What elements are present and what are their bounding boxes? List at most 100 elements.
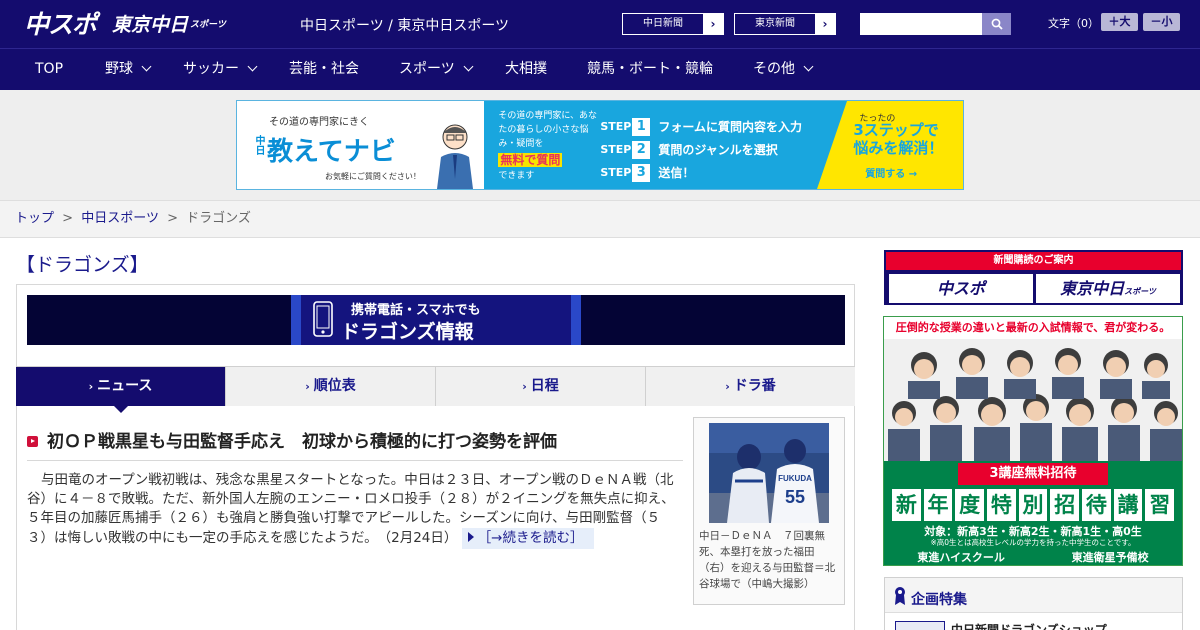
- ad-step: STEP 2 質問のジャンルを選択: [600, 138, 802, 161]
- nav-item-baseball[interactable]: 野球: [105, 49, 152, 91]
- nav-item-entertainment[interactable]: 芸能・社会: [289, 49, 359, 91]
- ad-mid-text: その道の専門家に、あなたの暮らしの小さな悩み・疑問を 無料で質問 できます: [498, 109, 598, 183]
- tab-schedule[interactable]: › 日程: [436, 367, 646, 406]
- ribbon-icon: [895, 587, 905, 605]
- ad-left-tagline: その道の専門家にきく: [269, 117, 369, 128]
- chevron-right-icon: ›: [815, 14, 835, 34]
- tokyo-shimbun-link[interactable]: 東京新聞 ›: [734, 13, 836, 35]
- subscription-box[interactable]: 新聞購読のご案内 中スポ 東京中日スポーツ: [884, 250, 1183, 305]
- toshin-title-char: 新: [892, 489, 921, 521]
- toshin-title-char: 年: [923, 489, 953, 521]
- ad-chunichi-mark: 中日: [253, 135, 264, 155]
- breadcrumb-separator: >: [62, 211, 74, 226]
- chevron-right-icon: ›: [725, 380, 730, 393]
- ad-right-panel: たったの 3ステップで 悩みを解消！ 質問する →: [817, 101, 963, 189]
- chunichi-shimbun-label: 中日新聞: [643, 18, 683, 29]
- toshin-main-title: 新 年 度 特 別 招 待 講 習: [892, 489, 1175, 521]
- read-more-link[interactable]: ［→続きを読む］: [461, 528, 594, 549]
- step-label: STEP: [600, 143, 632, 156]
- chevron-right-icon: ›: [305, 380, 310, 393]
- search-input[interactable]: [860, 13, 982, 35]
- jersey-number: 55: [785, 487, 805, 507]
- ad-mid-description: その道の専門家に、あなたの暮らしの小さな悩み・疑問を: [498, 111, 598, 149]
- step-number: 1: [632, 117, 651, 136]
- ad-steps: STEP 1 フォームに質問内容を入力 STEP 2 質問のジャンルを選択 STEP 3 送…: [600, 115, 802, 184]
- ad-mid-panel: その道の専門家に、あなたの暮らしの小さな悩み・疑問を 無料で質問 できます ST…: [484, 101, 848, 189]
- font-smaller-button[interactable]: －小: [1143, 13, 1180, 31]
- font-bigger-button[interactable]: ＋大: [1101, 13, 1138, 31]
- ad-mid-end: できます: [498, 171, 535, 181]
- step-text: 質問のジャンルを選択: [658, 143, 778, 157]
- step-text: フォームに質問内容を入力: [658, 120, 802, 134]
- nav-item-racing[interactable]: 競馬・ボート・競輪: [587, 49, 713, 91]
- chevron-down-icon: [463, 61, 474, 72]
- nav-item-label: 競馬・ボート・競輪: [587, 61, 713, 77]
- ad-right-line1: 3ステップで: [853, 121, 939, 139]
- chevron-down-icon: [803, 61, 814, 72]
- tab-news[interactable]: › ニュース: [16, 367, 226, 413]
- mobile-banner-inner: 携帯電話・スマホでも ドラゴンズ情報: [291, 295, 581, 345]
- breadcrumb-current: ドラゴンズ: [186, 211, 251, 226]
- special-feature-thumbnail: [895, 621, 945, 630]
- article-title[interactable]: 初ＯＰ戦黒星も与田監督手応え 初球から積極的に打つ姿勢を評価: [47, 427, 557, 452]
- ad-title: 教えてナビ: [267, 137, 396, 167]
- nav-item-top[interactable]: TOP: [35, 49, 63, 91]
- breadcrumb: トップ > 中日スポーツ > ドラゴンズ: [0, 200, 1200, 238]
- ad-diagonal: [817, 101, 848, 189]
- jersey-name: FUKUDA: [778, 474, 812, 483]
- special-feature-label: 中日新聞ドラゴンズショップ: [951, 623, 1107, 630]
- nav-item-label: TOP: [35, 61, 64, 77]
- subscribe-chuspo-button[interactable]: 中スポ: [889, 274, 1033, 303]
- businessman-illustration: [437, 124, 473, 189]
- breadcrumb-link-chunichi-sports[interactable]: 中日スポーツ: [81, 211, 159, 226]
- oshiete-navi-ad[interactable]: その道の専門家にきく 中日 教えてナビ お気軽にご質問ください！ その道の専門家…: [236, 100, 964, 190]
- chunichi-shimbun-link[interactable]: 中日新聞 ›: [622, 13, 724, 35]
- mobile-dragons-banner[interactable]: 携帯電話・スマホでも ドラゴンズ情報: [27, 295, 845, 345]
- toshin-title-char: 度: [955, 489, 985, 521]
- nav-item-sumo[interactable]: 大相撲: [505, 49, 547, 91]
- toshin-title-char: 習: [1145, 489, 1175, 521]
- main-nav: TOP 野球 サッカー 芸能・社会 スポーツ 大相撲 競馬・ボート・競輪 その他: [0, 48, 1200, 90]
- step-label: STEP: [600, 120, 632, 133]
- ad-ask-cta[interactable]: 質問する →: [865, 165, 917, 180]
- nav-item-label: 野球: [105, 61, 133, 77]
- tokyo-chunichi-logo[interactable]: 東京中日 スポーツ: [112, 8, 226, 38]
- page-title: 【ドラゴンズ】: [16, 254, 149, 276]
- subscribe-tokyo-chunichi-button[interactable]: 東京中日スポーツ: [1036, 274, 1180, 303]
- nav-item-sports[interactable]: スポーツ: [399, 49, 474, 91]
- nav-item-soccer[interactable]: サッカー: [183, 49, 258, 91]
- toshin-title-char: 招: [1050, 489, 1080, 521]
- article-date: （2月24日）: [384, 530, 458, 546]
- tab-label: ドラ番: [733, 378, 776, 394]
- chevron-down-icon: [141, 61, 152, 72]
- special-feature-item[interactable]: 中日新聞ドラゴンズショップ: [885, 612, 1182, 630]
- site-title: 中日スポーツ / 東京中日スポーツ: [300, 18, 510, 34]
- nav-item-other[interactable]: その他: [753, 49, 814, 91]
- step-number: 3: [632, 163, 651, 182]
- breadcrumb-link-top[interactable]: トップ: [15, 211, 54, 226]
- tokyo-logo-text: 東京中日: [112, 13, 189, 36]
- step-number: 2: [632, 140, 651, 159]
- nav-item-label: その他: [753, 61, 795, 77]
- toshin-title-char: 講: [1113, 489, 1143, 521]
- chevron-right-icon: ›: [88, 380, 94, 393]
- subscribe-tokyo-small: スポーツ: [1124, 287, 1156, 296]
- article-photo[interactable]: FUKUDA 55: [709, 423, 829, 523]
- article-body: 与田竜のオープン戦初戦は、残念な黒星スタートとなった。中日は２３日、オープン戦の…: [27, 471, 677, 549]
- ad-right-headline: 3ステップで 悩みを解消！: [853, 121, 943, 157]
- ad-right-line2: 悩みを解消！: [853, 139, 944, 157]
- toshin-headline: 圧倒的な授業の違いと最新の入試情報で、君が変わる。: [895, 321, 1171, 334]
- search-button[interactable]: [982, 13, 1011, 35]
- tab-dora-ban[interactable]: › ドラ番: [646, 367, 855, 406]
- banner-area: その道の専門家にきく 中日 教えてナビ お気軽にご質問ください！ その道の専門家…: [0, 90, 1200, 200]
- chuspo-logo[interactable]: 中スポ: [24, 8, 97, 39]
- breadcrumb-separator: >: [167, 211, 178, 226]
- phone-icon: [313, 301, 333, 337]
- toshin-brand-highschool: 東進ハイスクール: [917, 551, 1005, 564]
- toshin-ad[interactable]: 圧倒的な授業の違いと最新の入試情報で、君が変わる。 3講座無料招待 新 年 度 …: [883, 316, 1183, 566]
- tab-label: 日程: [530, 378, 559, 394]
- subscribe-tokyo-label: 東京中日: [1060, 279, 1125, 298]
- nav-item-label: 芸能・社会: [289, 61, 359, 77]
- tab-standings[interactable]: › 順位表: [226, 367, 436, 406]
- subscription-heading: 新聞購読のご案内: [886, 252, 1181, 270]
